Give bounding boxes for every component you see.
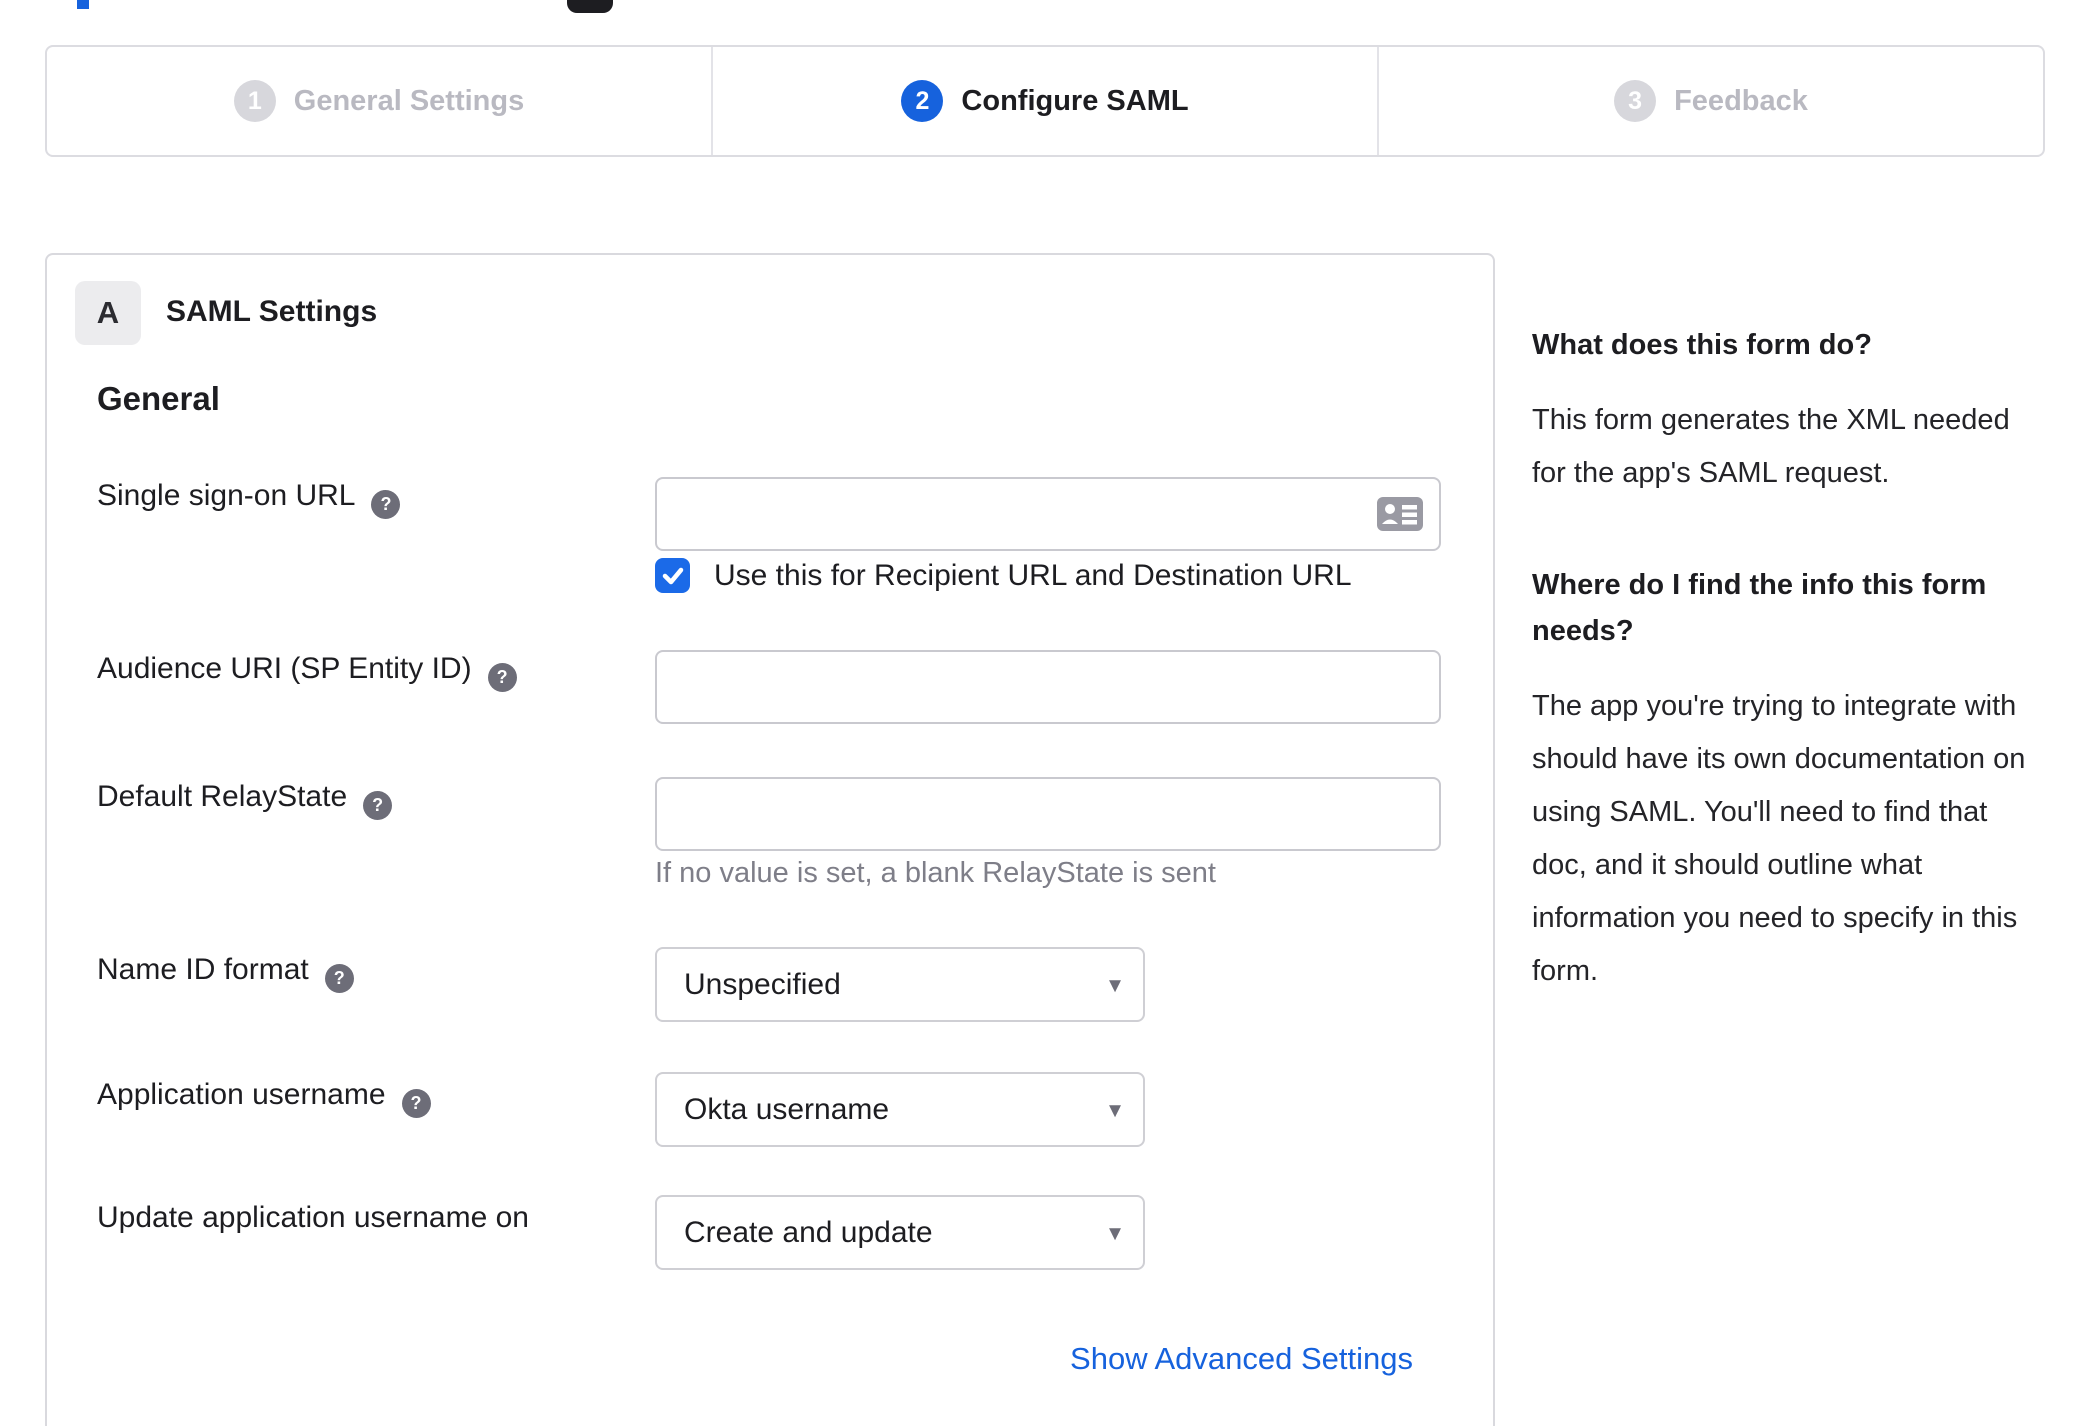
sso-url-help-icon[interactable]: ? [371, 490, 401, 519]
audience-uri-input[interactable] [655, 650, 1441, 724]
audience-uri-input-wrap [655, 650, 1441, 724]
wizard-stepper: 1 General Settings 2 Configure SAML 3 Fe… [45, 45, 2045, 157]
nameid-format-label-text: Name ID format [97, 953, 309, 986]
saml-settings-panel: A SAML Settings General Single sign-on U… [45, 253, 1495, 1426]
chevron-down-icon: ▾ [1108, 1096, 1121, 1123]
step-3-number: 3 [1628, 86, 1643, 115]
chevron-down-icon: ▾ [1108, 971, 1121, 998]
sidebar-body-where: The app you're trying to integrate with … [1532, 690, 2026, 987]
recipient-url-checkbox-label: Use this for Recipient URL and Destinati… [714, 558, 1352, 592]
nameid-format-value: Unspecified [684, 967, 841, 1001]
nameid-format-select[interactable]: Unspecified ▾ [655, 947, 1145, 1022]
update-username-select[interactable]: Create and update ▾ [655, 1195, 1145, 1270]
sso-url-label: Single sign-on URL? [97, 479, 401, 519]
autofill-contact-card-icon[interactable] [1377, 497, 1423, 531]
relaystate-input[interactable] [655, 777, 1441, 851]
app-username-help-icon[interactable]: ? [401, 1089, 431, 1118]
step-general-settings[interactable]: 1 General Settings [47, 47, 713, 155]
nameid-format-help-icon[interactable]: ? [324, 964, 354, 993]
step-3-label: Feedback [1674, 84, 1808, 117]
page: 1 General Settings 2 Configure SAML 3 Fe… [0, 0, 2092, 1426]
relaystate-help-icon[interactable]: ? [363, 791, 393, 820]
update-username-label-text: Update application username on [97, 1201, 529, 1234]
checkmark-icon [662, 567, 683, 584]
audience-uri-label-text: Audience URI (SP Entity ID) [97, 652, 472, 685]
sso-url-input[interactable] [655, 477, 1441, 551]
chevron-down-icon: ▾ [1108, 1219, 1121, 1246]
step-2-number: 2 [915, 86, 930, 115]
step-configure-saml[interactable]: 2 Configure SAML [713, 47, 1379, 155]
relaystate-label: Default RelayState? [97, 780, 393, 820]
update-username-label: Update application username on [97, 1201, 529, 1235]
step-1-label: General Settings [293, 84, 525, 117]
sidebar-heading-what: What does this form do? [1532, 329, 1872, 361]
clipped-top-fragment-dark [567, 0, 613, 13]
step-1-circle: 1 [233, 80, 276, 122]
recipient-url-checkbox[interactable] [655, 558, 690, 593]
sso-url-label-text: Single sign-on URL [97, 479, 356, 512]
app-username-select[interactable]: Okta username ▾ [655, 1072, 1145, 1147]
help-sidebar: What does this form do? This form genera… [1532, 322, 2044, 1060]
step-3-circle: 3 [1614, 80, 1657, 122]
sidebar-heading-where: Where do I find the info this form needs… [1532, 569, 1987, 647]
update-username-value: Create and update [684, 1215, 933, 1249]
step-2-circle: 2 [901, 80, 944, 122]
panel-title: SAML Settings [166, 295, 378, 328]
audience-uri-help-icon[interactable]: ? [487, 663, 517, 692]
nameid-format-label: Name ID format? [97, 953, 354, 993]
relaystate-input-wrap [655, 777, 1441, 851]
recipient-url-checkbox-row: Use this for Recipient URL and Destinati… [655, 558, 1352, 593]
sidebar-body-what: This form generates the XML needed for t… [1532, 404, 2010, 489]
app-username-label-text: Application username [97, 1078, 386, 1111]
app-username-value: Okta username [684, 1092, 890, 1126]
step-2-label: Configure SAML [961, 84, 1189, 117]
relaystate-helper-text: If no value is set, a blank RelayState i… [655, 857, 1216, 889]
step-1-number: 1 [247, 86, 262, 115]
clipped-top-fragment-blue [77, 0, 89, 9]
audience-uri-label: Audience URI (SP Entity ID)? [97, 652, 517, 692]
step-feedback[interactable]: 3 Feedback [1379, 47, 2043, 155]
sso-url-input-wrap [655, 477, 1441, 551]
relaystate-label-text: Default RelayState [97, 780, 348, 813]
app-username-label: Application username? [97, 1078, 431, 1118]
show-advanced-settings-link[interactable]: Show Advanced Settings [1070, 1341, 1413, 1377]
section-a-badge: A [75, 281, 141, 345]
general-section-heading: General [97, 380, 220, 417]
